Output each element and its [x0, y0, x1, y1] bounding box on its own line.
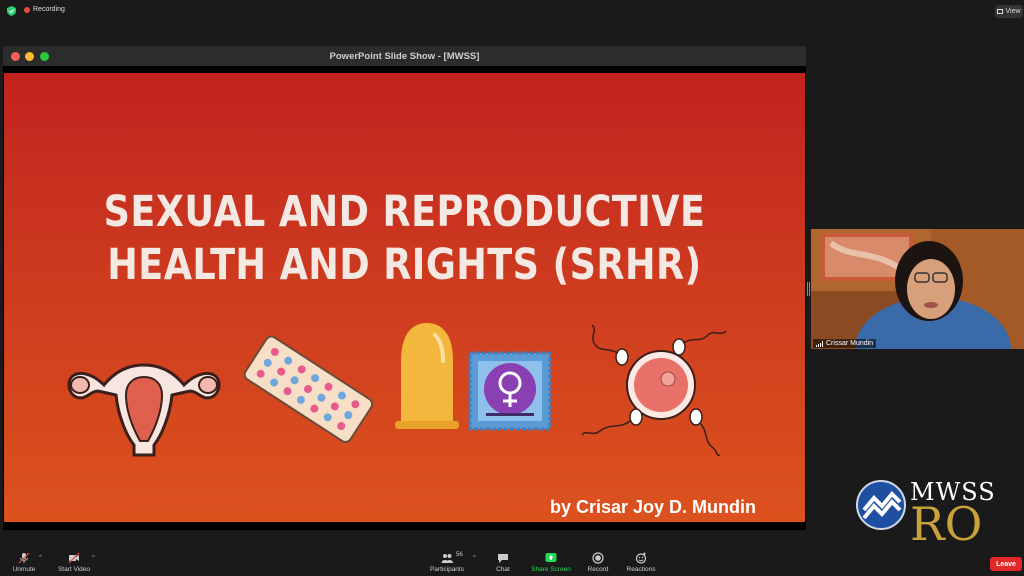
microphone-muted-icon	[18, 552, 30, 564]
record-icon	[592, 552, 604, 564]
participants-button[interactable]: 56 Participants	[417, 552, 477, 573]
record-label: Record	[587, 566, 609, 573]
audio-options-caret-icon[interactable]: ^	[39, 555, 42, 561]
security-shield-icon[interactable]	[7, 6, 16, 16]
video-options-caret-icon[interactable]: ^	[92, 555, 95, 561]
mwss-ro-logo: MWSS RO	[856, 478, 1001, 550]
signal-strength-icon	[816, 340, 823, 347]
chat-icon	[498, 554, 508, 563]
participant-video-feed	[811, 229, 1024, 349]
egg-and-sperm-icon	[581, 324, 727, 457]
participants-icon	[441, 554, 453, 563]
participants-count: 56	[456, 552, 463, 558]
slide-title-line-2: HEALTH AND RIGHTS (SRHR)	[107, 240, 702, 290]
window-title: PowerPoint Slide Show - [MWSS]	[329, 50, 480, 62]
unmute-label: Unmute	[12, 566, 36, 573]
condom-icon	[395, 323, 459, 429]
contraceptive-pills-icon	[243, 335, 374, 443]
chat-label: Chat	[496, 566, 510, 573]
window-titlebar: PowerPoint Slide Show - [MWSS]	[3, 46, 806, 66]
slide-title-line-1: SEXUAL AND REPRODUCTIVE	[103, 187, 706, 237]
reactions-label: Reactions	[626, 566, 656, 573]
view-button[interactable]: View	[995, 5, 1023, 18]
recording-label: Recording	[33, 6, 65, 13]
participant-name-tag: Crissar Mundin	[813, 339, 877, 348]
maximize-window-button[interactable]	[40, 52, 49, 61]
mwss-emblem-icon	[856, 480, 906, 530]
participants-label: Participants	[430, 566, 464, 573]
logo-text-ro: RO	[910, 497, 983, 551]
share-screen-label: Share Screen	[531, 566, 571, 573]
record-dot-icon	[24, 6, 30, 13]
view-label: View	[1005, 8, 1021, 15]
slide: SEXUAL AND REPRODUCTIVE HEALTH AND RIGHT…	[4, 73, 805, 522]
close-window-button[interactable]	[11, 52, 20, 61]
share-screen-icon	[545, 553, 557, 562]
leave-button[interactable]: Leave	[990, 557, 1022, 571]
reactions-button[interactable]: Reactions	[611, 552, 671, 573]
minimize-window-button[interactable]	[25, 52, 34, 61]
uterus-icon	[67, 363, 221, 457]
female-symbol-packet-icon	[468, 351, 552, 431]
start-video-label: Start Video	[57, 566, 91, 573]
participant-video-tile[interactable]: Crissar Mundin	[811, 229, 1024, 349]
grid-view-icon	[997, 9, 1004, 14]
start-video-button[interactable]: Start Video	[44, 552, 104, 573]
slide-byline: by Crisar Joy D. Mundin	[550, 497, 757, 517]
video-camera-off-icon	[68, 552, 80, 564]
resize-handle[interactable]	[807, 282, 810, 296]
participant-name: Crissar Mundin	[826, 340, 874, 347]
slide-title: SEXUAL AND REPRODUCTIVE HEALTH AND RIGHT…	[64, 186, 745, 292]
shared-screen-window: PowerPoint Slide Show - [MWSS] SEXUAL AN…	[3, 46, 806, 530]
reactions-emoji-icon	[635, 552, 647, 564]
recording-indicator[interactable]: Recording	[24, 6, 65, 13]
